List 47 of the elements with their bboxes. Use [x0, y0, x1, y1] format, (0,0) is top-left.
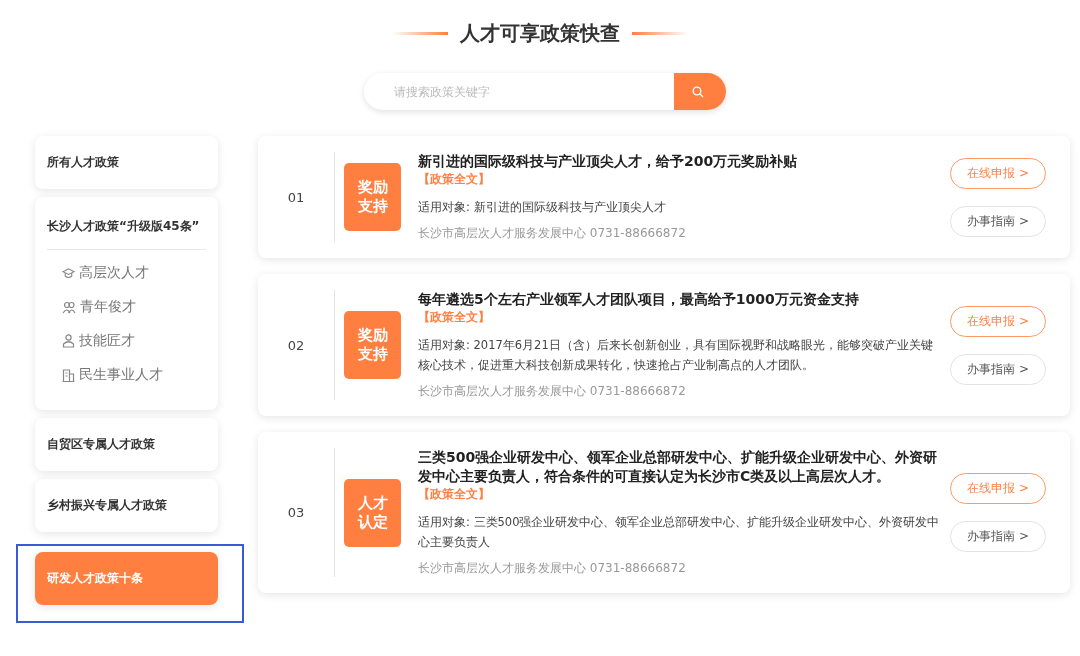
policy-category-tag: 人才 认定: [344, 478, 401, 547]
sidebar-item[interactable]: 研发人才政策十条: [35, 552, 218, 605]
decorative-line: [632, 32, 688, 35]
policy-contact: 长沙市高层次人才服务发展中心 0731-88666872: [418, 383, 687, 400]
policy-target: 适用对象: 三类500强企业研发中心、领军企业总部研发中心、扩能升级企业研发中心、外资研发中心主要负责人: [418, 514, 941, 551]
sidebar-item[interactable]: 自贸区专属人才政策: [35, 418, 218, 471]
apply-online-button[interactable]: 在线申报 >: [950, 305, 1046, 337]
sidebar-item[interactable]: 乡村振兴专属人才政策: [35, 479, 218, 532]
policy-number: 01: [258, 152, 335, 242]
sidebar-subitem[interactable]: 高层次人才: [47, 256, 206, 290]
sidebar-subitem[interactable]: 民生事业人才: [47, 358, 206, 392]
sidebar-subitem-label: 民生事业人才: [79, 366, 163, 384]
sidebar-item[interactable]: 长沙人才政策“升级版45条”: [47, 215, 206, 250]
sidebar-subitem-label: 青年俊才: [80, 298, 136, 316]
sidebar-subitem-label: 技能匠才: [79, 332, 135, 350]
policy-target: 适用对象: 2017年6月21日（含）后来长创新创业，具有国际视野和战略眼光，能够突破产业关键核心技术，促进重大科技创新成果转化，快速抢占产业制高点的人才团队。: [418, 337, 934, 374]
sidebar-subitem[interactable]: 技能匠才: [47, 324, 206, 358]
policy-contact: 长沙市高层次人才服务发展中心 0731-88666872: [418, 225, 687, 242]
search-button[interactable]: [674, 73, 726, 110]
full-text-link[interactable]: 【政策全文】: [418, 171, 942, 187]
person-icon: [62, 334, 75, 348]
sidebar-subitem-label: 高层次人才: [79, 264, 149, 282]
full-text-link[interactable]: 【政策全文】: [418, 486, 942, 502]
sidebar-subitem[interactable]: 青年俊才: [47, 290, 206, 324]
policy-title: 每年遴选5个左右产业领军人才团队项目，最高给予1000万元资金支持: [418, 290, 860, 309]
policy-contact: 长沙市高层次人才服务发展中心 0731-88666872: [418, 560, 687, 577]
policy-title: 新引进的国际级科技与产业顶尖人才，给予200万元奖励补贴: [418, 152, 799, 171]
policy-category-tag: 奖励 支持: [344, 311, 401, 379]
apply-online-button[interactable]: 在线申报 >: [950, 157, 1046, 189]
policy-title: 三类500强企业研发中心、领军企业总部研发中心、扩能升级企业研发中心、外资研发中心主要负责人，符合条件的可直接认定为长沙市C类及以上高层次人才。: [418, 448, 939, 486]
policy-target: 适用对象: 新引进的国际级科技与产业顶尖人才: [418, 199, 667, 216]
guide-button[interactable]: 办事指南 >: [950, 353, 1046, 385]
search-icon: [692, 85, 704, 98]
policy-number: 02: [258, 290, 335, 400]
building-icon: [62, 368, 75, 382]
search-field[interactable]: 请搜索政策关键字: [364, 73, 674, 110]
decorative-line: [392, 32, 448, 35]
people-icon: [62, 300, 76, 314]
policy-category-tag: 奖励 支持: [344, 163, 401, 231]
sidebar-item[interactable]: 所有人才政策: [35, 136, 218, 189]
graduation-cap-icon: [62, 266, 75, 280]
full-text-link[interactable]: 【政策全文】: [418, 309, 942, 325]
apply-online-button[interactable]: 在线申报 >: [950, 473, 1046, 504]
guide-button[interactable]: 办事指南 >: [950, 521, 1046, 552]
page-title: 人才可享政策快查: [460, 20, 620, 47]
policy-number: 03: [258, 448, 335, 577]
guide-button[interactable]: 办事指南 >: [950, 205, 1046, 237]
